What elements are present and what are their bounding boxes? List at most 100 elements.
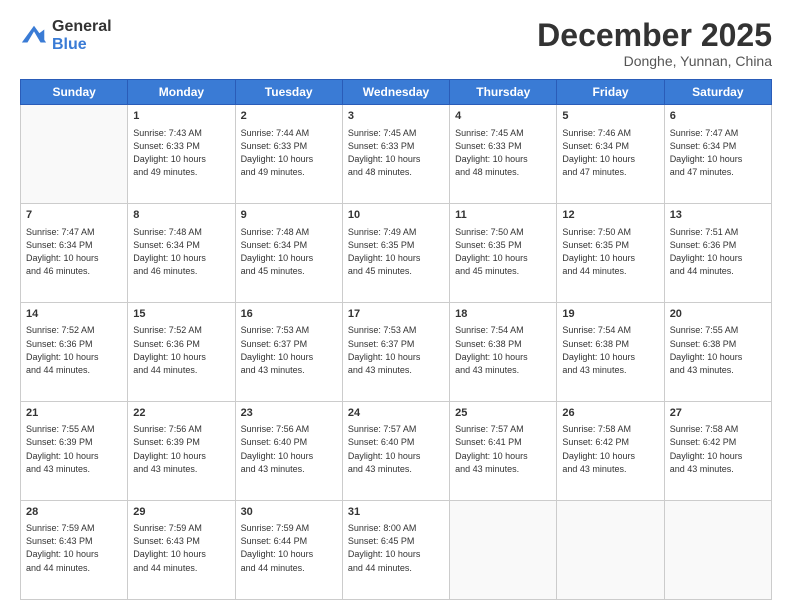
calendar-week-3: 14 Sunrise: 7:52 AM Sunset: 6:36 PM Dayli… <box>21 303 772 402</box>
calendar-cell: 11 Sunrise: 7:50 AM Sunset: 6:35 PM Dayli… <box>450 204 557 303</box>
day-info: Sunrise: 7:55 AM Sunset: 6:38 PM Dayligh… <box>670 324 766 376</box>
day-info: Sunrise: 7:56 AM Sunset: 6:40 PM Dayligh… <box>241 423 337 475</box>
logo-general: General <box>52 18 112 36</box>
day-number: 14 <box>26 307 122 322</box>
day-number: 29 <box>133 505 229 520</box>
month-title: December 2025 <box>537 18 772 53</box>
day-number: 5 <box>562 109 658 124</box>
day-number: 18 <box>455 307 551 322</box>
day-info: Sunrise: 7:55 AM Sunset: 6:39 PM Dayligh… <box>26 423 122 475</box>
day-number: 15 <box>133 307 229 322</box>
calendar-cell: 2Sunrise: 7:44 AM Sunset: 6:33 PM Daylig… <box>235 105 342 204</box>
day-number: 26 <box>562 406 658 421</box>
calendar-cell: 9Sunrise: 7:48 AM Sunset: 6:34 PM Daylig… <box>235 204 342 303</box>
day-number: 23 <box>241 406 337 421</box>
title-block: December 2025 Donghe, Yunnan, China <box>537 18 772 69</box>
day-info: Sunrise: 7:59 AM Sunset: 6:43 PM Dayligh… <box>133 522 229 574</box>
day-header-sunday: Sunday <box>21 80 128 105</box>
calendar-cell: 17 Sunrise: 7:53 AM Sunset: 6:37 PM Dayli… <box>342 303 449 402</box>
day-info: Sunrise: 7:45 AM Sunset: 6:33 PM Dayligh… <box>455 127 551 179</box>
calendar-cell: 24Sunrise: 7:57 AM Sunset: 6:40 PM Dayli… <box>342 402 449 501</box>
calendar-cell: 15Sunrise: 7:52 AM Sunset: 6:36 PM Dayli… <box>128 303 235 402</box>
day-info: Sunrise: 7:58 AM Sunset: 6:42 PM Dayligh… <box>562 423 658 475</box>
day-number: 8 <box>133 208 229 223</box>
calendar-table: SundayMondayTuesdayWednesdayThursdayFrid… <box>20 79 772 600</box>
calendar-cell: 12 Sunrise: 7:50 AM Sunset: 6:35 PM Dayli… <box>557 204 664 303</box>
day-number: 6 <box>670 109 766 124</box>
calendar-cell: 26 Sunrise: 7:58 AM Sunset: 6:42 PM Dayli… <box>557 402 664 501</box>
day-number: 28 <box>26 505 122 520</box>
day-header-friday: Friday <box>557 80 664 105</box>
logo-text: General Blue <box>52 18 112 53</box>
calendar-cell: 30 Sunrise: 7:59 AM Sunset: 6:44 PM Dayli… <box>235 501 342 600</box>
day-info: Sunrise: 7:56 AM Sunset: 6:39 PM Dayligh… <box>133 423 229 475</box>
calendar-cell: 6 Sunrise: 7:47 AM Sunset: 6:34 PM Daylig… <box>664 105 771 204</box>
calendar-cell: 27 Sunrise: 7:58 AM Sunset: 6:42 PM Dayli… <box>664 402 771 501</box>
calendar-cell: 16Sunrise: 7:53 AM Sunset: 6:37 PM Dayli… <box>235 303 342 402</box>
day-number: 17 <box>348 307 444 322</box>
calendar-cell: 31Sunrise: 8:00 AM Sunset: 6:45 PM Dayli… <box>342 501 449 600</box>
calendar-cell <box>557 501 664 600</box>
calendar-cell: 13 Sunrise: 7:51 AM Sunset: 6:36 PM Dayli… <box>664 204 771 303</box>
calendar-page: General Blue December 2025 Donghe, Yunna… <box>0 0 792 612</box>
calendar-cell: 28Sunrise: 7:59 AM Sunset: 6:43 PM Dayli… <box>21 501 128 600</box>
calendar-cell: 23 Sunrise: 7:56 AM Sunset: 6:40 PM Dayli… <box>235 402 342 501</box>
day-number: 24 <box>348 406 444 421</box>
calendar-header-row: SundayMondayTuesdayWednesdayThursdayFrid… <box>21 80 772 105</box>
calendar-cell: 14 Sunrise: 7:52 AM Sunset: 6:36 PM Dayli… <box>21 303 128 402</box>
calendar-cell: 1 Sunrise: 7:43 AM Sunset: 6:33 PM Daylig… <box>128 105 235 204</box>
day-info: Sunrise: 7:43 AM Sunset: 6:33 PM Dayligh… <box>133 127 229 179</box>
calendar-cell <box>450 501 557 600</box>
day-number: 12 <box>562 208 658 223</box>
day-number: 27 <box>670 406 766 421</box>
day-info: Sunrise: 7:51 AM Sunset: 6:36 PM Dayligh… <box>670 226 766 278</box>
day-info: Sunrise: 7:47 AM Sunset: 6:34 PM Dayligh… <box>670 127 766 179</box>
day-info: Sunrise: 7:49 AM Sunset: 6:35 PM Dayligh… <box>348 226 444 278</box>
day-number: 31 <box>348 505 444 520</box>
day-number: 21 <box>26 406 122 421</box>
location: Donghe, Yunnan, China <box>537 53 772 69</box>
calendar-cell: 5Sunrise: 7:46 AM Sunset: 6:34 PM Daylig… <box>557 105 664 204</box>
day-info: Sunrise: 7:57 AM Sunset: 6:41 PM Dayligh… <box>455 423 551 475</box>
calendar-cell: 4 Sunrise: 7:45 AM Sunset: 6:33 PM Daylig… <box>450 105 557 204</box>
calendar-cell: 3Sunrise: 7:45 AM Sunset: 6:33 PM Daylig… <box>342 105 449 204</box>
day-info: Sunrise: 7:54 AM Sunset: 6:38 PM Dayligh… <box>562 324 658 376</box>
day-header-thursday: Thursday <box>450 80 557 105</box>
day-number: 7 <box>26 208 122 223</box>
day-number: 13 <box>670 208 766 223</box>
day-number: 1 <box>133 109 229 124</box>
day-header-tuesday: Tuesday <box>235 80 342 105</box>
day-number: 4 <box>455 109 551 124</box>
day-info: Sunrise: 7:47 AM Sunset: 6:34 PM Dayligh… <box>26 226 122 278</box>
calendar-cell: 19 Sunrise: 7:54 AM Sunset: 6:38 PM Dayli… <box>557 303 664 402</box>
day-info: Sunrise: 7:45 AM Sunset: 6:33 PM Dayligh… <box>348 127 444 179</box>
calendar-cell: 10 Sunrise: 7:49 AM Sunset: 6:35 PM Dayli… <box>342 204 449 303</box>
day-number: 30 <box>241 505 337 520</box>
day-number: 9 <box>241 208 337 223</box>
day-info: Sunrise: 7:53 AM Sunset: 6:37 PM Dayligh… <box>348 324 444 376</box>
calendar-cell: 8Sunrise: 7:48 AM Sunset: 6:34 PM Daylig… <box>128 204 235 303</box>
page-header: General Blue December 2025 Donghe, Yunna… <box>20 18 772 69</box>
day-number: 11 <box>455 208 551 223</box>
logo-blue: Blue <box>52 36 112 54</box>
calendar-week-2: 7 Sunrise: 7:47 AM Sunset: 6:34 PM Daylig… <box>21 204 772 303</box>
day-info: Sunrise: 7:50 AM Sunset: 6:35 PM Dayligh… <box>455 226 551 278</box>
day-info: Sunrise: 7:53 AM Sunset: 6:37 PM Dayligh… <box>241 324 337 376</box>
day-info: Sunrise: 7:59 AM Sunset: 6:44 PM Dayligh… <box>241 522 337 574</box>
calendar-week-1: 1 Sunrise: 7:43 AM Sunset: 6:33 PM Daylig… <box>21 105 772 204</box>
day-header-wednesday: Wednesday <box>342 80 449 105</box>
day-header-monday: Monday <box>128 80 235 105</box>
calendar-cell: 29 Sunrise: 7:59 AM Sunset: 6:43 PM Dayli… <box>128 501 235 600</box>
calendar-week-5: 28 Sunrise: 7:59 AM Sunset: 6:43 PM Dayli… <box>21 501 772 600</box>
day-number: 2 <box>241 109 337 124</box>
day-info: Sunrise: 7:58 AM Sunset: 6:42 PM Dayligh… <box>670 423 766 475</box>
day-number: 22 <box>133 406 229 421</box>
logo-icon <box>20 22 48 50</box>
day-number: 20 <box>670 307 766 322</box>
day-info: Sunrise: 7:50 AM Sunset: 6:35 PM Dayligh… <box>562 226 658 278</box>
calendar-week-4: 21 Sunrise: 7:55 AM Sunset: 6:39 PM Dayli… <box>21 402 772 501</box>
day-number: 10 <box>348 208 444 223</box>
day-number: 19 <box>562 307 658 322</box>
day-info: Sunrise: 7:52 AM Sunset: 6:36 PM Dayligh… <box>26 324 122 376</box>
calendar-cell: 22 Sunrise: 7:56 AM Sunset: 6:39 PM Dayli… <box>128 402 235 501</box>
